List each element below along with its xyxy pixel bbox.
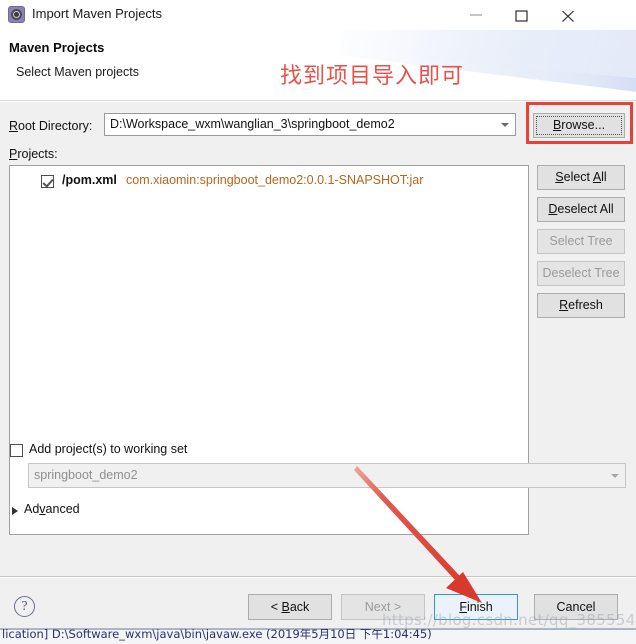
add-to-working-set-checkbox[interactable] — [10, 444, 23, 457]
select-all-button[interactable]: Select All — [537, 165, 625, 190]
chevron-right-icon[interactable] — [12, 507, 18, 515]
project-coordinates: com.xiaomin:springboot_demo2:0.0.1-SNAPS… — [126, 173, 424, 187]
maximize-icon — [515, 10, 528, 22]
help-icon[interactable]: ? — [14, 596, 35, 617]
maven-icon — [8, 6, 25, 23]
back-button[interactable]: < Back — [248, 594, 332, 620]
refresh-button[interactable]: Refresh — [537, 293, 625, 318]
background-console-text: lication] D:\Software_wxm\java\bin\javaw… — [2, 629, 432, 641]
advanced-label: Advanced — [24, 502, 80, 516]
working-set-value: springboot_demo2 — [34, 468, 138, 482]
chevron-down-icon[interactable] — [501, 122, 509, 127]
working-set-combo: springboot_demo2 — [28, 463, 626, 488]
minimize-icon — [470, 14, 482, 16]
root-directory-combo[interactable]: D:\Workspace_wxm\wanglian_3\springboot_d… — [104, 113, 516, 136]
root-directory-value: D:\Workspace_wxm\wanglian_3\springboot_d… — [110, 117, 395, 131]
deselect-tree-button: Deselect Tree — [537, 261, 625, 286]
maximize-button[interactable] — [500, 0, 546, 29]
select-tree-button: Select Tree — [537, 229, 625, 254]
list-item[interactable]: /pom.xml com.xiaomin:springboot_demo2:0.… — [10, 172, 528, 192]
page-subtitle: Select Maven projects — [16, 65, 139, 79]
watermark-text: https://blog.csdn.net/qq_38555490 — [382, 611, 636, 629]
close-icon — [562, 10, 574, 22]
chinese-annotation-text: 找到项目导入即可 — [280, 64, 465, 89]
browse-highlight-annotation — [526, 102, 633, 144]
deselect-all-button[interactable]: Deselect All — [537, 197, 625, 222]
background-console-strip: lication] D:\Software_wxm\java\bin\javaw… — [0, 629, 636, 644]
add-to-working-set-label: Add project(s) to working set — [29, 442, 188, 456]
page-title: Maven Projects — [9, 40, 105, 55]
project-checkbox[interactable] — [41, 175, 54, 188]
minimize-button[interactable] — [454, 0, 500, 29]
project-pom-path: /pom.xml — [62, 173, 117, 187]
dialog-body: Root Directory: D:\Workspace_wxm\wanglia… — [0, 101, 636, 577]
chevron-down-icon — [611, 473, 619, 478]
root-directory-label: Root Directory: — [9, 119, 93, 133]
close-button[interactable] — [546, 0, 592, 29]
window-title: Import Maven Projects — [32, 6, 163, 21]
title-bar: Import Maven Projects — [0, 0, 636, 31]
import-maven-projects-dialog: Import Maven Projects Maven Projects Sel… — [0, 0, 636, 644]
projects-label: Projects: — [9, 147, 58, 161]
